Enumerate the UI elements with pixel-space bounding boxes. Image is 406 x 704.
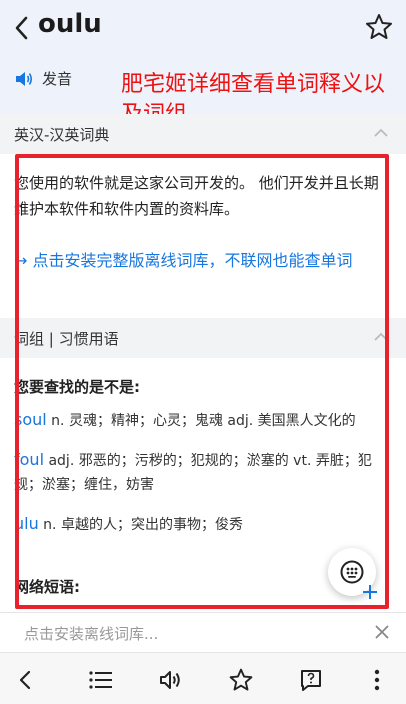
speaker-button[interactable] [14, 69, 34, 89]
bottom-nav [0, 652, 406, 704]
dictionary-body: 您使用的软件就是这家公司开发的。 他们开发并且长期维护本软件和软件内置的资料库。 [14, 174, 379, 218]
speaker-icon [16, 72, 33, 86]
suggestion-definition: n. 灵魂；精神；心灵；鬼魂 adj. 美国黑人文化的 [46, 413, 356, 429]
close-icon[interactable] [374, 624, 390, 640]
suggestion-entry[interactable]: foul adj. 邪恶的；污秽的；犯规的；淤塞的 vt. 弄脏；犯规；淤塞；缠… [14, 448, 392, 497]
dictionary-title: 英汉-汉英词典 [14, 126, 110, 144]
suggestion-definition: adj. 邪恶的；污秽的；犯规的；淤塞的 vt. 弄脏；犯规；淤塞；缠住，妨害 [14, 453, 372, 493]
word-title: oulu [38, 9, 102, 39]
question-bubble-icon [301, 670, 321, 691]
nav-favorite-button[interactable] [226, 665, 256, 695]
speaker-icon [160, 671, 180, 689]
suggestion-definition: n. 卓越的人；突出的事物；俊秀 [38, 517, 243, 533]
nav-pronounce-button[interactable] [156, 665, 186, 695]
suggestion-word[interactable]: foul [14, 450, 44, 469]
install-offline-text[interactable]: 点击安装离线词库... [24, 623, 158, 644]
star-icon [366, 14, 392, 39]
keypad-icon [340, 560, 364, 584]
dictionary-section-header[interactable]: 英汉-汉英词典 [0, 114, 406, 154]
chevron-left-icon [15, 16, 28, 40]
plus-icon [363, 585, 377, 599]
phrases-title: 词组 | 习惯用语 [14, 330, 119, 348]
chevron-up-icon [374, 128, 388, 137]
suggestion-title: 您要查找的是不是: [14, 378, 140, 396]
chevron-up-icon [374, 332, 388, 341]
web-phrases-title: 网络短语: [14, 578, 80, 596]
chevron-left-icon [19, 670, 31, 690]
suggestion-word[interactable]: soul [14, 410, 47, 429]
suggestion-word[interactable]: ulu [14, 514, 39, 533]
suggestion-entry[interactable]: ulu n. 卓越的人；突出的事物；俊秀 [14, 512, 392, 537]
nav-list-button[interactable] [86, 665, 116, 695]
dictionary-content: 您使用的软件就是这家公司开发的。 他们开发并且长期维护本软件和软件内置的资料库。… [0, 154, 406, 316]
nav-back-button[interactable] [10, 665, 40, 695]
pronunciation-label[interactable]: 发音 [42, 68, 72, 89]
phrases-section-header[interactable]: 词组 | 习惯用语 [0, 318, 406, 358]
favorite-button[interactable] [364, 12, 394, 42]
top-bar: oulu [0, 0, 406, 58]
nav-feedback-button[interactable] [296, 665, 326, 695]
nav-more-button[interactable] [362, 665, 392, 695]
add-button[interactable] [360, 582, 380, 602]
list-icon [89, 671, 112, 689]
back-button[interactable] [8, 12, 34, 44]
install-full-dictionary-link[interactable]: → 点击安装完整版离线词库，不联网也能查单词 [14, 246, 388, 276]
star-icon [229, 668, 253, 691]
suggestion-entry[interactable]: soul n. 灵魂；精神；心灵；鬼魂 adj. 美国黑人文化的 [14, 408, 392, 433]
install-offline-bar[interactable]: 点击安装离线词库... [0, 612, 406, 652]
more-vertical-icon [374, 669, 380, 691]
